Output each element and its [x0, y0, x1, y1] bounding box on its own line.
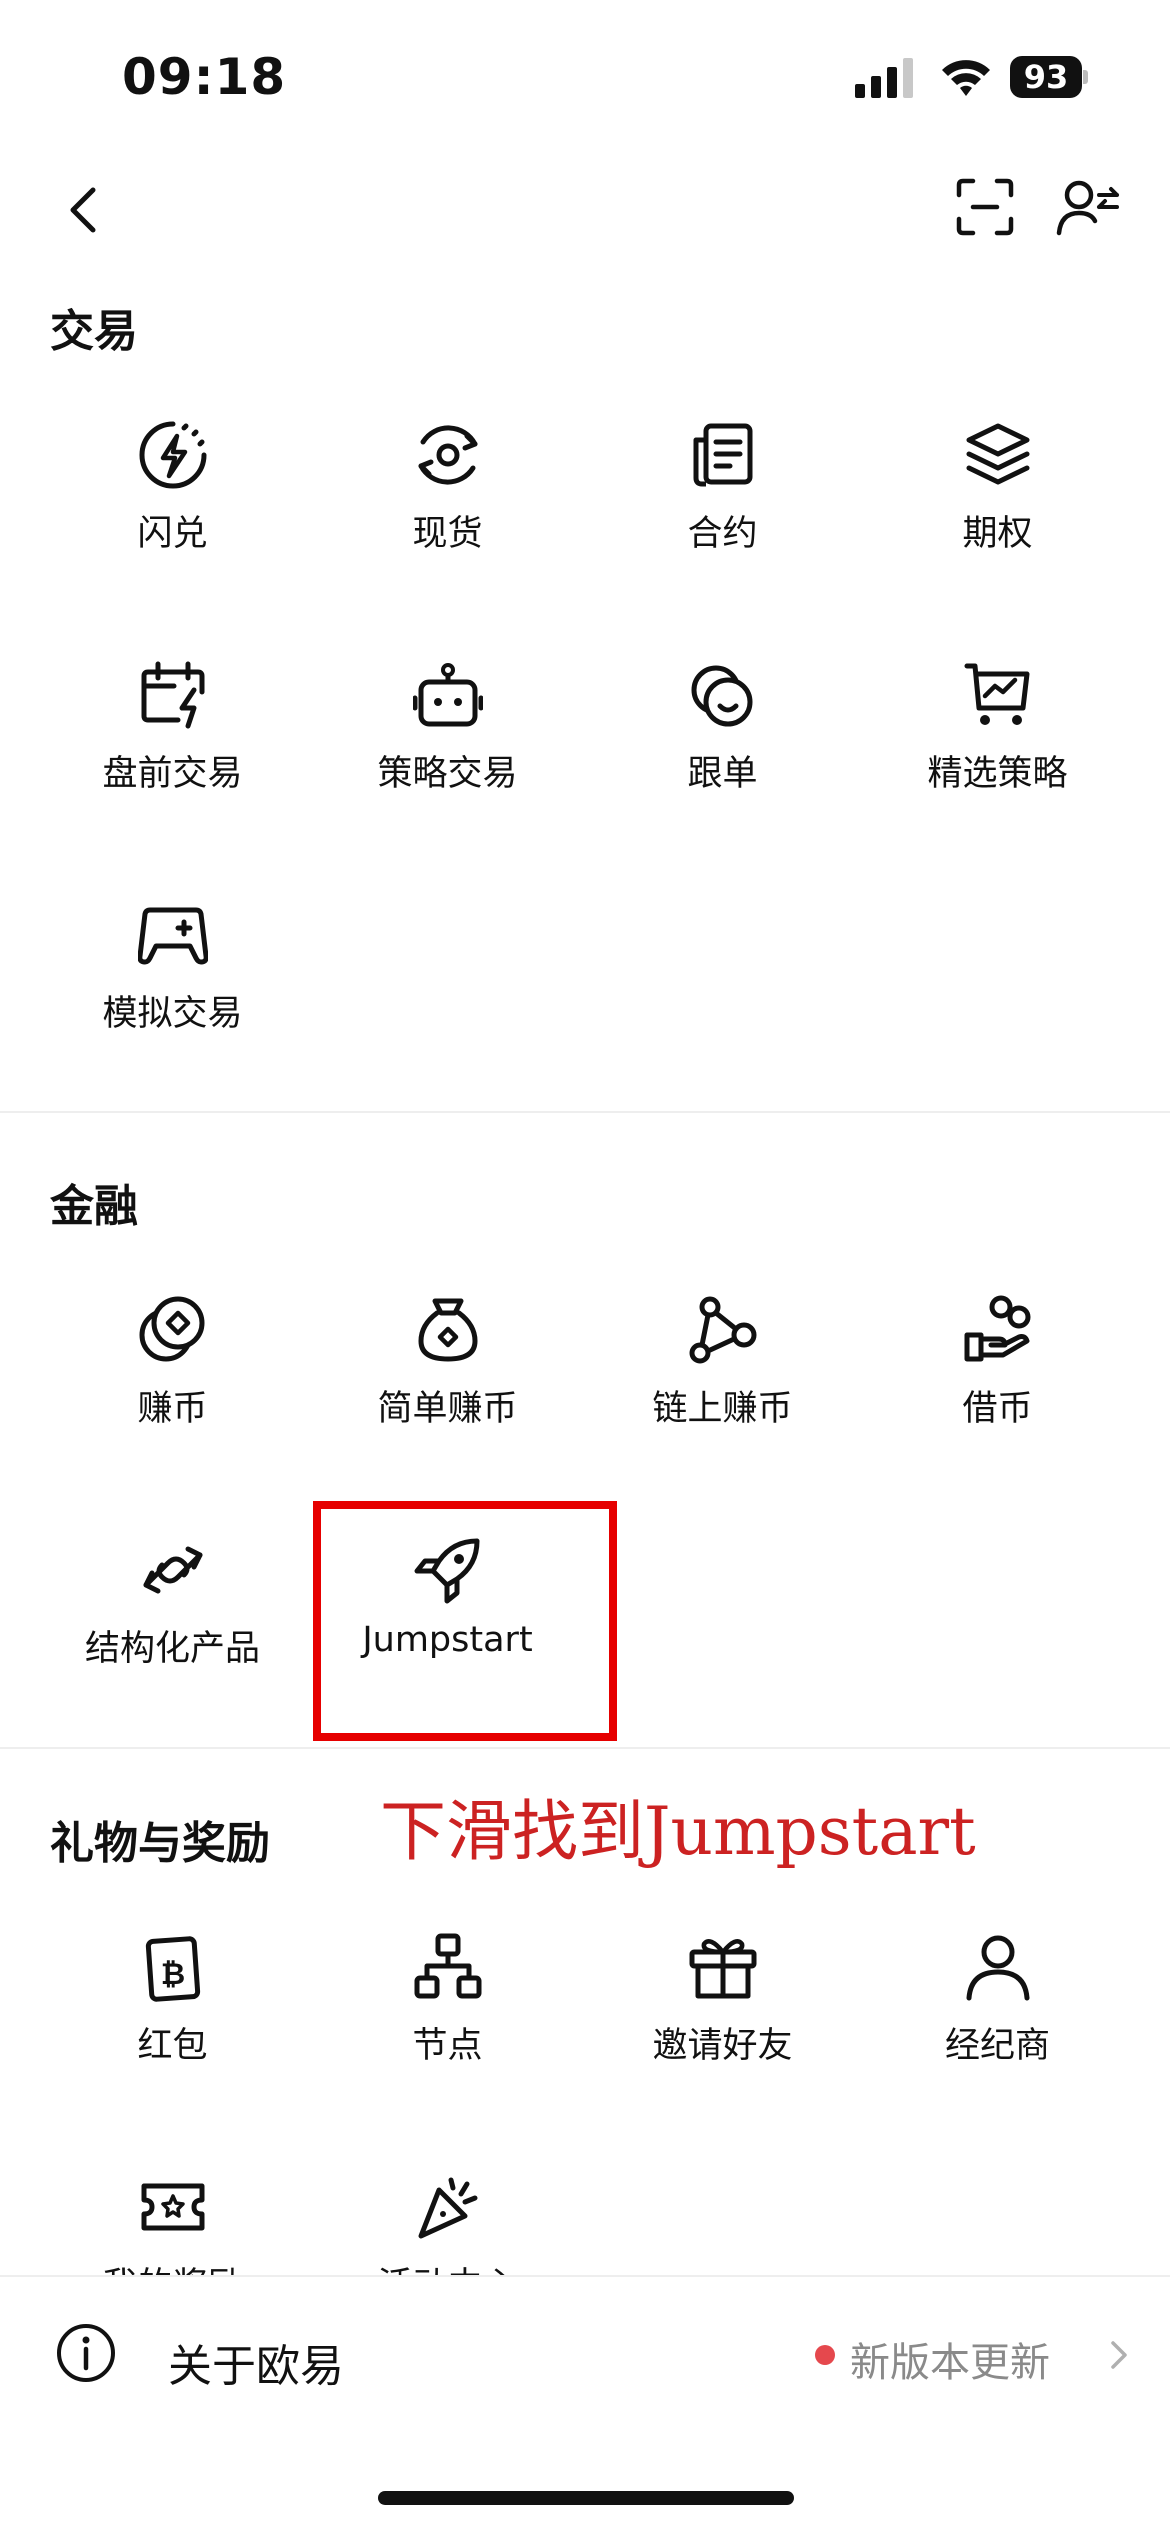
reward-ticket-icon	[141, 2183, 205, 2231]
tile-label: 节点	[412, 2026, 483, 2066]
switch-account-icon[interactable]	[1055, 177, 1120, 237]
tile-broker[interactable]: 经纪商	[860, 1912, 1135, 2112]
battery-level: 93	[1010, 56, 1082, 98]
loan-hand-coins-icon	[964, 1295, 1031, 1362]
tile-label: 模拟交易	[102, 994, 243, 1034]
tile-label: 策略交易	[377, 754, 518, 794]
divider	[0, 1747, 1170, 1749]
tile-node[interactable]: 节点	[310, 1912, 585, 2112]
annotation-text: 下滑找到Jumpstart	[380, 1793, 976, 1870]
spot-icon	[418, 425, 478, 485]
tile-loan[interactable]: 借币	[860, 1275, 1135, 1475]
tile-label: 赚币	[137, 1389, 208, 1429]
tile-featured-strategies[interactable]: 精选策略	[860, 640, 1135, 840]
battery-indicator: 93	[1010, 56, 1088, 98]
tile-flash-swap[interactable]: 闪兑	[35, 400, 310, 600]
tile-invite-friends[interactable]: 邀请好友	[585, 1912, 860, 2112]
gamepad-icon	[138, 907, 208, 965]
tile-simple-earn[interactable]: 简单赚币	[310, 1275, 585, 1475]
home-indicator[interactable]	[378, 2491, 794, 2505]
tile-label: 闪兑	[137, 514, 208, 554]
tile-label: 精选策略	[927, 754, 1068, 794]
tile-label: 简单赚币	[377, 1389, 518, 1429]
tile-label: 借币	[962, 1389, 1033, 1429]
options-layers-icon	[966, 423, 1030, 485]
person-icon	[966, 1935, 1030, 2001]
battery-cap	[1083, 70, 1088, 84]
chevron-right-icon[interactable]	[1105, 2335, 1133, 2375]
section-title-rewards: 礼物与奖励	[50, 1818, 270, 1869]
tile-label: 红包	[137, 2026, 208, 2066]
copy-trading-icon	[691, 665, 753, 727]
svg-text:₿: ₿	[161, 1957, 185, 1992]
tile-strategy-trading[interactable]: 策略交易	[310, 640, 585, 840]
tile-label: 盘前交易	[102, 754, 243, 794]
tile-label: 经纪商	[944, 2026, 1050, 2066]
tile-pre-market[interactable]: 盘前交易	[35, 640, 310, 840]
earn-coins-icon	[139, 1296, 205, 1362]
robot-icon	[413, 663, 483, 727]
tile-label: 跟单	[687, 754, 758, 794]
flash-swap-icon	[139, 421, 207, 489]
info-icon	[57, 2324, 115, 2382]
tile-label: 期权	[962, 514, 1033, 554]
tile-label: 现货	[412, 514, 483, 554]
back-icon[interactable]	[55, 175, 115, 245]
section-title-finance: 金融	[50, 1181, 138, 1232]
tile-futures[interactable]: 合约	[585, 400, 860, 600]
onchain-nodes-icon	[689, 1296, 757, 1364]
jumpstart-highlight-box	[313, 1501, 617, 1741]
node-tree-icon	[414, 1933, 482, 1999]
money-bag-icon	[418, 1298, 478, 1362]
tile-earn[interactable]: 赚币	[35, 1275, 310, 1475]
wifi-icon	[942, 60, 990, 96]
gift-icon	[689, 1939, 757, 1999]
tile-spot[interactable]: 现货	[310, 400, 585, 600]
party-popper-icon	[418, 2177, 478, 2239]
pre-market-calendar-icon	[141, 661, 205, 729]
structured-products-icon	[143, 1546, 203, 1594]
tile-structured-products[interactable]: 结构化产品	[35, 1515, 310, 1715]
status-time: 09:18	[122, 48, 287, 106]
strategy-cart-icon	[964, 663, 1030, 725]
divider	[0, 1111, 1170, 1113]
scan-icon[interactable]	[955, 177, 1015, 237]
tile-copy-trading[interactable]: 跟单	[585, 640, 860, 840]
tile-options[interactable]: 期权	[860, 400, 1135, 600]
about-label[interactable]: 关于欧易	[168, 2330, 344, 2394]
tile-label: 邀请好友	[652, 2026, 793, 2066]
tile-demo-trading[interactable]: 模拟交易	[35, 880, 310, 1080]
futures-icon	[693, 423, 753, 487]
update-dot	[815, 2345, 835, 2365]
update-label[interactable]: 新版本更新	[850, 2330, 1050, 2388]
tile-label: 结构化产品	[84, 1629, 260, 1669]
cellular-signal-icon	[855, 58, 913, 98]
tile-label: 链上赚币	[652, 1389, 793, 1429]
section-title-trade: 交易	[50, 306, 138, 357]
tile-onchain-earn[interactable]: 链上赚币	[585, 1275, 860, 1475]
tile-label: 合约	[687, 514, 758, 554]
tile-red-packet[interactable]: ₿ 红包	[35, 1912, 310, 2112]
red-packet-icon: ₿	[145, 1936, 201, 2002]
